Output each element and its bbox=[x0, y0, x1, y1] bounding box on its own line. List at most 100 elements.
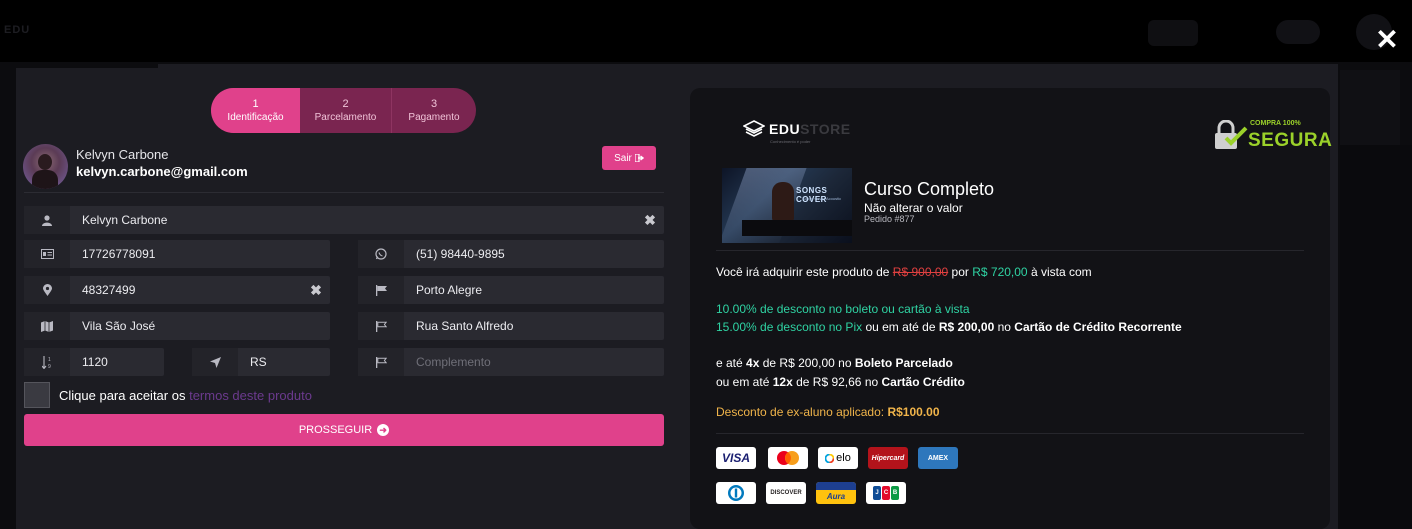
cep-field[interactable]: 48327499 ✖ bbox=[24, 276, 330, 304]
visa-icon: VISA bbox=[716, 447, 756, 469]
flag-outline-icon bbox=[358, 312, 404, 340]
step-pagamento[interactable]: 3 Pagamento bbox=[392, 88, 476, 133]
step-label: Pagamento bbox=[408, 111, 460, 123]
neighborhood-field[interactable]: Vila São José bbox=[24, 312, 330, 340]
close-icon[interactable]: ✕ bbox=[1372, 26, 1402, 56]
city-value[interactable]: Porto Alegre bbox=[404, 283, 664, 297]
elo-icon: elo bbox=[818, 447, 858, 469]
avatar bbox=[23, 144, 68, 189]
location-arrow-icon bbox=[192, 348, 238, 376]
user-email: kelvyn.carbone@gmail.com bbox=[76, 164, 248, 179]
discount-pix: 15.00% de desconto no Pix ou em até de R… bbox=[716, 320, 1182, 334]
alumni-discount: Desconto de ex-aluno aplicado: R$100.00 bbox=[716, 405, 940, 419]
step-number: 3 bbox=[430, 97, 438, 110]
background-logo: EDU bbox=[4, 24, 31, 36]
terms-text: Clique para aceitar os termos deste prod… bbox=[59, 388, 312, 403]
course-subtitle: Não alterar o valor bbox=[864, 201, 963, 215]
logo-subtitle: Conhecimento é poder bbox=[770, 139, 811, 144]
background-tour-button bbox=[1148, 20, 1198, 46]
state-value[interactable]: RS bbox=[238, 355, 330, 369]
checkout-page: EDU ✕ 1 Identificação 2 Parcelamento 3 P… bbox=[0, 0, 1412, 529]
amex-icon: AMEX bbox=[918, 447, 958, 469]
jcb-icon: J C B bbox=[866, 482, 906, 504]
city-field[interactable]: Porto Alegre bbox=[358, 276, 664, 304]
old-price: R$ 900,00 bbox=[892, 265, 949, 279]
state-field[interactable]: RS bbox=[192, 348, 330, 376]
secure-big: SEGURA bbox=[1248, 130, 1333, 151]
thumb-subtitle: Songs Cover Acoustic bbox=[802, 196, 842, 201]
step-number: 1 bbox=[252, 97, 259, 110]
complement-input[interactable]: Complemento bbox=[404, 355, 664, 369]
logo-mark-icon bbox=[743, 120, 765, 137]
phone-field[interactable]: (51) 98440-9895 bbox=[358, 240, 664, 268]
terms-link[interactable]: termos deste produto bbox=[189, 388, 312, 403]
new-price: R$ 720,00 bbox=[972, 265, 1028, 279]
course-title: Curso Completo bbox=[864, 179, 995, 199]
mastercard-icon bbox=[768, 447, 808, 469]
cep-value[interactable]: 48327499 bbox=[70, 283, 302, 297]
flag-icon bbox=[358, 276, 404, 304]
svg-text:1: 1 bbox=[48, 357, 51, 363]
background-toggle bbox=[1276, 20, 1320, 44]
name-value[interactable]: Kelvyn Carbone bbox=[70, 213, 636, 227]
background-panel bbox=[1340, 70, 1400, 145]
whatsapp-icon bbox=[358, 240, 404, 268]
aura-icon: Aura bbox=[816, 482, 856, 504]
phone-value[interactable]: (51) 98440-9895 bbox=[404, 247, 664, 261]
background-topbar bbox=[0, 0, 1412, 62]
number-field[interactable]: 19 1120 bbox=[24, 348, 164, 376]
hipercard-icon: Hipercard bbox=[868, 447, 908, 469]
cpf-value[interactable]: 17726778091 bbox=[70, 247, 330, 261]
divider bbox=[716, 250, 1304, 251]
price-line: Você irá adquirir este produto de R$ 900… bbox=[716, 265, 1092, 279]
neighborhood-value[interactable]: Vila São José bbox=[70, 319, 330, 333]
installments-card: ou em até 12x de R$ 92,66 no Cartão Créd… bbox=[716, 375, 965, 389]
order-number: Pedido #877 bbox=[864, 214, 915, 224]
terms-checkbox[interactable] bbox=[24, 382, 50, 408]
arrow-right-circle-icon: ➜ bbox=[377, 424, 390, 436]
step-label: Parcelamento bbox=[314, 111, 377, 123]
svg-text:9: 9 bbox=[48, 364, 51, 369]
diners-icon bbox=[716, 482, 756, 504]
id-card-icon bbox=[24, 240, 70, 268]
sign-out-icon bbox=[634, 154, 644, 162]
map-pin-icon bbox=[24, 276, 70, 304]
name-field[interactable]: Kelvyn Carbone ✖ bbox=[24, 206, 664, 234]
step-label: Identificação bbox=[227, 111, 284, 123]
logo-text-dim: STORE bbox=[800, 121, 851, 137]
checkout-steps: 1 Identificação 2 Parcelamento 3 Pagamen… bbox=[211, 88, 476, 133]
installments-boleto: e até 4x de R$ 200,00 no Boleto Parcelad… bbox=[716, 356, 953, 370]
thumb-title: SONGS COVER bbox=[796, 186, 828, 204]
number-value[interactable]: 1120 bbox=[70, 355, 164, 369]
secure-top: COMPRA 100% bbox=[1250, 120, 1301, 127]
step-parcelamento[interactable]: 2 Parcelamento bbox=[300, 88, 392, 133]
complement-field[interactable]: Complemento bbox=[358, 348, 664, 376]
divider bbox=[24, 192, 664, 193]
flag-outline-icon bbox=[358, 348, 404, 376]
clear-cep-icon[interactable]: ✖ bbox=[302, 282, 330, 299]
discover-icon: DISCOVER bbox=[766, 482, 806, 504]
secure-purchase-badge: COMPRA 100% SEGURA bbox=[1212, 118, 1332, 154]
background-strip bbox=[1340, 145, 1412, 529]
divider bbox=[716, 433, 1304, 434]
clear-name-icon[interactable]: ✖ bbox=[636, 212, 664, 229]
user-name: Kelvyn Carbone bbox=[76, 147, 169, 162]
lock-check-icon bbox=[1215, 120, 1248, 149]
street-field[interactable]: Rua Santo Alfredo bbox=[358, 312, 664, 340]
logout-button[interactable]: Sair bbox=[602, 146, 656, 170]
discount-boleto: 10.00% de desconto no boleto ou cartão à… bbox=[716, 302, 970, 316]
step-identificacao[interactable]: 1 Identificação bbox=[211, 88, 300, 133]
user-icon bbox=[24, 206, 70, 234]
sort-numeric-icon: 19 bbox=[24, 348, 70, 376]
proceed-label: PROSSEGUIR bbox=[298, 424, 373, 436]
logout-label: Sair bbox=[614, 152, 632, 164]
street-value[interactable]: Rua Santo Alfredo bbox=[404, 319, 664, 333]
terms-prefix: Clique para aceitar os bbox=[59, 388, 186, 403]
course-thumbnail: SONGS COVER Songs Cover Acoustic bbox=[722, 168, 852, 243]
modal-tab-line bbox=[16, 64, 158, 68]
step-number: 2 bbox=[342, 97, 349, 110]
cpf-field[interactable]: 17726778091 bbox=[24, 240, 330, 268]
proceed-button[interactable]: PROSSEGUIR ➜ bbox=[24, 414, 664, 446]
edustore-logo: EDUSTORE bbox=[743, 120, 851, 138]
logo-text: EDU bbox=[769, 121, 801, 137]
